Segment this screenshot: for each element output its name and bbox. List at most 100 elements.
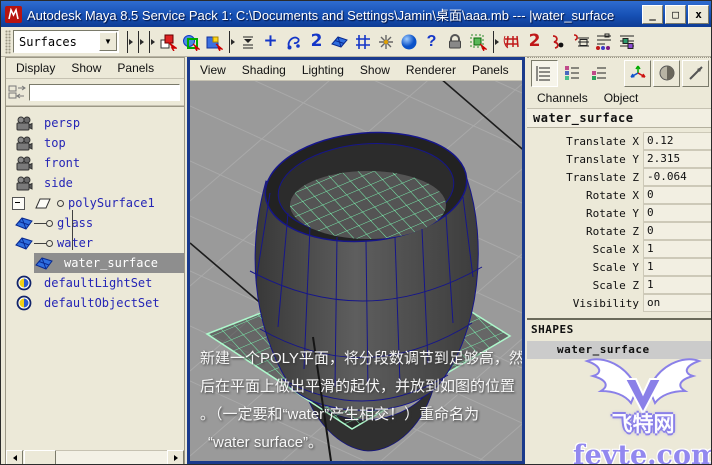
render-sphere-icon[interactable] bbox=[397, 30, 420, 54]
outliner-filter-input[interactable] bbox=[29, 83, 180, 101]
channel-row: Translate X 0.12 bbox=[527, 132, 711, 150]
lock-icon[interactable] bbox=[443, 30, 466, 54]
snap-plus-icon[interactable]: + bbox=[259, 30, 282, 54]
camera-icon bbox=[14, 176, 34, 191]
outliner-hscrollbar[interactable] bbox=[6, 450, 184, 464]
channel-label[interactable]: Translate Y bbox=[527, 153, 643, 166]
channel-value-field[interactable]: 2.315 bbox=[643, 150, 711, 168]
snap-to-point-icon[interactable] bbox=[546, 30, 569, 54]
channel-label[interactable]: Visibility bbox=[527, 297, 643, 310]
channel-label[interactable]: Translate X bbox=[527, 135, 643, 148]
outliner-item-water-surface[interactable]: water_surface bbox=[6, 253, 184, 273]
outliner-item-water[interactable]: water bbox=[6, 233, 184, 253]
channel-label[interactable]: Scale X bbox=[527, 243, 643, 256]
scroll-left-icon[interactable] bbox=[6, 450, 23, 464]
tutorial-annotation: 新建一个POLY平面，将分段数调节到足够高，然 后在平面上做出平滑的起伏，并放到… bbox=[200, 345, 522, 457]
toolbar-collapser[interactable] bbox=[490, 30, 499, 54]
tree-connector bbox=[34, 239, 53, 247]
outliner-item-front[interactable]: front bbox=[6, 153, 184, 173]
menu-set-value: Surfaces bbox=[19, 34, 77, 49]
node-name-header[interactable]: water_surface bbox=[527, 109, 711, 128]
outliner-item-glass[interactable]: glass bbox=[6, 213, 184, 233]
select-by-component-icon[interactable] bbox=[202, 30, 225, 54]
output-connections-icon[interactable] bbox=[615, 30, 638, 54]
channel-layout-boxes-icon[interactable] bbox=[560, 60, 585, 86]
menu-set-dropdown[interactable]: Surfaces ▼ bbox=[13, 30, 119, 53]
toolbar-collapser[interactable] bbox=[135, 30, 144, 54]
menu-object[interactable]: Object bbox=[604, 91, 639, 105]
poly-mesh-icon[interactable] bbox=[328, 30, 351, 54]
input-connections-icon[interactable] bbox=[592, 30, 615, 54]
outliner-filter-row bbox=[6, 79, 184, 106]
channel-row: Translate Y 2.315 bbox=[527, 150, 711, 168]
select-by-object-icon[interactable] bbox=[179, 30, 202, 54]
menu-display[interactable]: Display bbox=[16, 61, 55, 75]
dropdown-arrow-icon[interactable]: ▼ bbox=[99, 32, 117, 51]
snap-to-curve-icon[interactable]: 2 bbox=[523, 30, 546, 54]
scroll-right-icon[interactable] bbox=[167, 450, 184, 464]
snap-to-grid-icon[interactable] bbox=[500, 30, 523, 54]
outliner-item-top[interactable]: top bbox=[6, 133, 184, 153]
menu-shading[interactable]: Shading bbox=[242, 63, 286, 77]
menu-panels[interactable]: Panels bbox=[117, 61, 154, 75]
make-live-icon[interactable] bbox=[569, 30, 592, 54]
speed-slider-icon[interactable] bbox=[682, 59, 709, 87]
marquee-select-icon[interactable] bbox=[466, 30, 489, 54]
mesh-icon bbox=[34, 256, 54, 270]
shape-node-row[interactable]: water_surface bbox=[527, 341, 711, 359]
manipulator-icon[interactable] bbox=[624, 59, 651, 87]
outliner-item-defaultobjectset[interactable]: defaultObjectSet bbox=[6, 293, 184, 313]
toolbar-collapser[interactable] bbox=[146, 30, 155, 54]
viewport-canvas[interactable]: 新建一个POLY平面，将分段数调节到足够高，然 后在平面上做出平滑的起伏，并放到… bbox=[190, 81, 522, 461]
selection-mask-icon[interactable] bbox=[236, 30, 259, 54]
minimize-button[interactable]: _ bbox=[642, 4, 663, 24]
maya-logo-icon bbox=[5, 5, 22, 23]
section-divider bbox=[527, 318, 711, 320]
outliner-item-persp[interactable]: persp bbox=[6, 113, 184, 133]
title-bar: Autodesk Maya 8.5 Service Pack 1: C:\Doc… bbox=[1, 1, 711, 27]
menu-channels[interactable]: Channels bbox=[537, 91, 588, 105]
menu-renderer[interactable]: Renderer bbox=[406, 63, 456, 77]
channel-label[interactable]: Rotate X bbox=[527, 189, 643, 202]
maximize-button[interactable]: □ bbox=[665, 4, 686, 24]
swap-views-icon[interactable] bbox=[8, 84, 26, 100]
curve-tool-icon[interactable]: 2 bbox=[305, 30, 328, 54]
menu-panels[interactable]: Panels bbox=[472, 63, 509, 77]
toolbar-grip[interactable] bbox=[5, 29, 11, 54]
channel-label[interactable]: Scale Z bbox=[527, 279, 643, 292]
channel-value-field[interactable]: -0.064 bbox=[643, 168, 711, 186]
perspective-viewport[interactable]: View Shading Lighting Show Renderer Pane… bbox=[187, 57, 525, 464]
menu-view[interactable]: View bbox=[200, 63, 226, 77]
outliner-item-side[interactable]: side bbox=[6, 173, 184, 193]
hypershade-sphere-icon[interactable] bbox=[653, 59, 680, 87]
channel-layout-icon[interactable] bbox=[531, 59, 558, 87]
outliner-item-polysurface1[interactable]: polySurface1 bbox=[6, 193, 184, 213]
select-hierarchy-icon[interactable] bbox=[156, 30, 179, 54]
channel-label[interactable]: Rotate Z bbox=[527, 225, 643, 238]
channel-value-field[interactable]: 1 bbox=[643, 276, 711, 294]
menu-lighting[interactable]: Lighting bbox=[302, 63, 344, 77]
toolbar-collapser[interactable] bbox=[124, 30, 133, 54]
channel-value-field[interactable]: 1 bbox=[643, 258, 711, 276]
channel-value-field[interactable]: 0.12 bbox=[643, 132, 711, 150]
channel-layout-split-icon[interactable] bbox=[587, 60, 612, 86]
help-icon[interactable]: ? bbox=[420, 30, 443, 54]
lattice-icon[interactable] bbox=[351, 30, 374, 54]
channel-value-field[interactable]: 1 bbox=[643, 240, 711, 258]
menu-show[interactable]: Show bbox=[360, 63, 390, 77]
close-button[interactable]: x bbox=[688, 4, 709, 24]
channel-label[interactable]: Translate Z bbox=[527, 171, 643, 184]
channel-value-field[interactable]: 0 bbox=[643, 222, 711, 240]
channel-label[interactable]: Rotate Y bbox=[527, 207, 643, 220]
channel-value-field[interactable]: 0 bbox=[643, 204, 711, 222]
channel-label[interactable]: Scale Y bbox=[527, 261, 643, 274]
menu-show[interactable]: Show bbox=[71, 61, 101, 75]
channel-value-field[interactable]: on bbox=[643, 294, 711, 312]
toolbar-collapser[interactable] bbox=[226, 30, 235, 54]
paint-effects-icon[interactable] bbox=[374, 30, 397, 54]
scrollbar-thumb[interactable] bbox=[24, 450, 56, 464]
collapse-expander-icon[interactable] bbox=[12, 196, 25, 210]
channel-value-field[interactable]: 0 bbox=[643, 186, 711, 204]
outliner-item-defaultlightset[interactable]: defaultLightSet bbox=[6, 273, 184, 293]
lasso-select-icon[interactable] bbox=[282, 30, 305, 54]
